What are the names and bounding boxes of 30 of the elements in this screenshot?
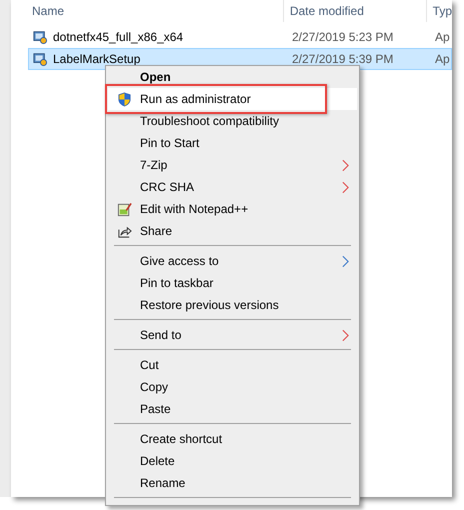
installer-icon bbox=[33, 30, 47, 44]
menu-item[interactable]: Send to bbox=[108, 324, 357, 346]
column-header[interactable]: Name bbox=[32, 0, 284, 22]
installer-icon bbox=[33, 52, 47, 66]
file-name: dotnetfx45_full_x86_x64 bbox=[53, 30, 184, 44]
menu-item[interactable]: Pin to taskbar bbox=[108, 272, 357, 294]
file-name: LabelMarkSetup bbox=[53, 52, 140, 66]
file-row[interactable]: dotnetfx45_full_x86_x64 2/27/2019 5:23 PM Ap bbox=[28, 26, 452, 48]
menu-item[interactable]: Troubleshoot compatibility bbox=[108, 110, 357, 132]
menu-item[interactable]: Restore previous versions bbox=[108, 294, 357, 316]
shield-icon bbox=[117, 92, 132, 106]
menu-item[interactable]: CRC SHA bbox=[108, 176, 357, 198]
date-modified: 2/27/2019 5:23 PM bbox=[292, 30, 394, 44]
menu-item[interactable]: Delete bbox=[108, 450, 357, 472]
file-type: Ap bbox=[435, 52, 450, 66]
menu-item[interactable]: Create shortcut bbox=[108, 428, 357, 450]
menu-item[interactable]: Edit with Notepad++ bbox=[108, 198, 357, 220]
file-type: Ap bbox=[435, 30, 450, 44]
menu-item[interactable]: Pin to Start bbox=[108, 132, 357, 154]
column-header[interactable]: Typ bbox=[426, 4, 452, 18]
menu-item[interactable]: Paste bbox=[108, 398, 357, 420]
menu-item[interactable]: Cut bbox=[108, 354, 357, 376]
notepad-icon bbox=[117, 202, 132, 216]
menu-item[interactable]: Give access to bbox=[108, 250, 357, 272]
menu-item[interactable]: Copy bbox=[108, 376, 357, 398]
menu-item[interactable]: 7-Zip bbox=[108, 154, 357, 176]
menu-item[interactable]: Share bbox=[108, 220, 357, 242]
date-modified: 2/27/2019 5:39 PM bbox=[292, 52, 394, 66]
column-header[interactable]: Date modified bbox=[284, 0, 427, 22]
menu-item[interactable]: Rename bbox=[108, 472, 357, 494]
